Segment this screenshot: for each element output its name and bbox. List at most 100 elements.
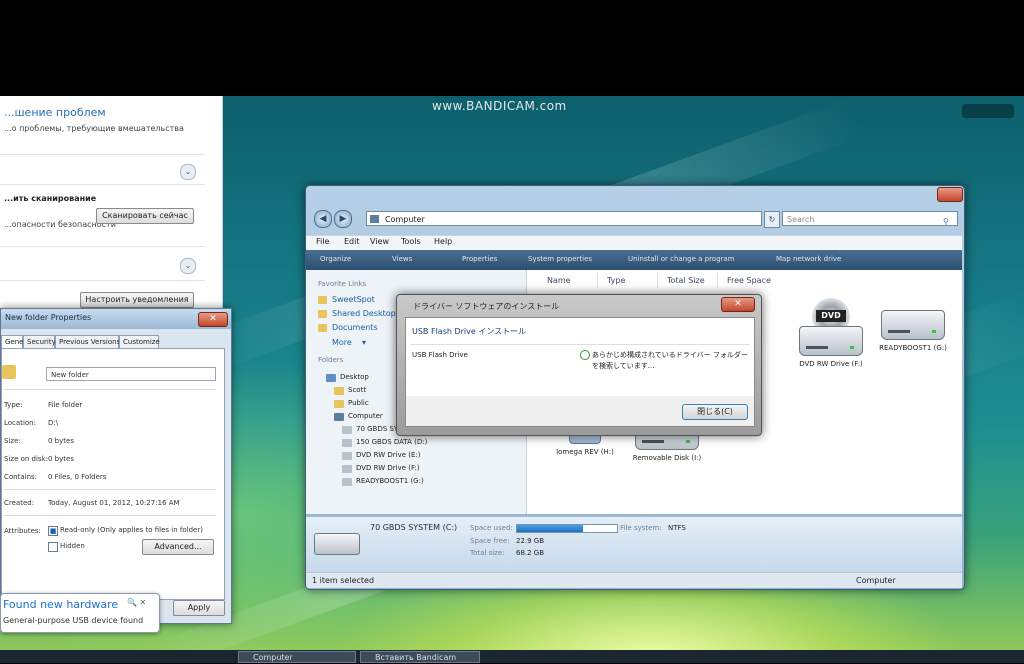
tree-item-drive[interactable]: 150 GBDS DATA (D:) — [356, 438, 427, 446]
device-name: USB Flash Drive — [412, 351, 468, 359]
tree-item-desktop[interactable]: Desktop — [340, 373, 369, 381]
chevron-down-icon[interactable]: ⌄ — [180, 258, 196, 274]
folder-name-input[interactable]: New folder — [46, 367, 216, 381]
chevron-down-icon[interactable]: ⌄ — [180, 164, 196, 180]
organize-button[interactable]: Organize — [320, 255, 351, 263]
window-caption-buttons — [913, 187, 963, 202]
notification-text: General-purpose USB device found — [3, 616, 144, 625]
total-size-value: 68.2 GB — [516, 549, 545, 557]
space-free-label: Space free: — [470, 537, 510, 545]
panel-title: ...шение проблем — [4, 106, 106, 119]
contains-value: 0 Files, 0 Folders — [48, 473, 107, 481]
computer-icon — [370, 215, 379, 223]
drive-label: Iomega REV (H:) — [556, 448, 614, 456]
close-icon[interactable]: ✕ — [721, 297, 755, 312]
space-free-value: 22.9 GB — [516, 537, 545, 545]
size-label: Size: — [4, 437, 21, 445]
details-pane: 70 GBDS SYSTEM (C:) Space used: File sys… — [306, 516, 962, 573]
tree-item-user[interactable]: Scott — [348, 386, 366, 394]
close-button[interactable]: 閉じる(C) — [682, 404, 748, 420]
driver-install-dialog: ドライバー ソフトウェアのインストール ✕ USB Flash Drive イン… — [396, 294, 762, 436]
column-header-type[interactable]: Type — [607, 276, 625, 285]
close-icon[interactable]: 🔍 ✕ — [127, 598, 146, 607]
location-value: D:\ — [48, 419, 59, 427]
column-header-name[interactable]: Name — [547, 276, 571, 285]
bandicam-watermark: www.BANDICAM.com — [432, 99, 567, 113]
panel-subtitle: ...о проблемы, требующие вмешательства — [4, 124, 184, 133]
hidden-label: Hidden — [60, 542, 85, 550]
status-selected: 1 item selected — [312, 576, 375, 585]
folder-icon — [334, 387, 344, 395]
apply-button[interactable]: Apply — [173, 600, 225, 616]
address-bar[interactable]: Computer — [366, 211, 762, 226]
forward-icon[interactable]: ▶ — [334, 210, 352, 228]
tree-item-drive[interactable]: DVD RW Drive (F:) — [356, 464, 420, 472]
drive-icon — [314, 533, 360, 555]
tree-item-computer[interactable]: Computer — [348, 412, 383, 420]
search-input[interactable]: Search ⚲ — [782, 211, 958, 226]
contains-label: Contains: — [4, 473, 38, 481]
drive-label: Removable Disk (I:) — [632, 454, 702, 462]
tab-general[interactable]: General — [1, 335, 33, 348]
drive-item[interactable]: READYBOOST1 (G:) — [873, 310, 953, 352]
menu-edit[interactable]: Edit — [344, 237, 360, 246]
notification-title: Found new hardware — [3, 598, 119, 611]
chevron-down-icon[interactable]: ▾ — [362, 338, 366, 347]
taskbar-item-bandicam[interactable]: Вставить Bandicam — [360, 651, 480, 663]
more-link[interactable]: More — [332, 338, 352, 347]
back-icon[interactable]: ◀ — [314, 210, 332, 228]
dialog-heading: USB Flash Drive インストール — [412, 327, 527, 336]
total-size-label: Total size: — [470, 549, 505, 557]
settings-button[interactable]: Настроить уведомления — [80, 292, 194, 308]
favorite-link[interactable]: Shared Desktop — [332, 309, 396, 318]
menu-view[interactable]: View — [370, 237, 389, 246]
file-system-value: NTFS — [668, 524, 686, 532]
close-icon[interactable] — [937, 187, 963, 202]
drive-item[interactable]: DVD DVD RW Drive (F:) — [791, 298, 871, 368]
map-network-drive-button[interactable]: Map network drive — [776, 255, 841, 263]
menu-help[interactable]: Help — [434, 237, 452, 246]
drive-icon — [799, 326, 863, 356]
column-header-total-size[interactable]: Total Size — [667, 276, 705, 285]
computer-icon — [334, 413, 344, 421]
close-icon[interactable]: ✕ — [198, 312, 228, 327]
system-properties-button[interactable]: System properties — [528, 255, 592, 263]
column-header-free-space[interactable]: Free Space — [727, 276, 771, 285]
views-button[interactable]: Views — [392, 255, 412, 263]
video-letterbox-top — [0, 0, 1024, 96]
recorder-controls[interactable] — [962, 104, 1014, 118]
new-hardware-notification[interactable]: Found new hardware 🔍 ✕ General-purpose U… — [0, 593, 160, 633]
command-bar: Organize Views Properties System propert… — [306, 250, 962, 270]
status-location: Computer — [856, 576, 896, 585]
tree-item-drive[interactable]: DVD RW Drive (E:) — [356, 451, 421, 459]
advanced-button[interactable]: Advanced... — [142, 539, 214, 555]
uninstall-program-button[interactable]: Uninstall or change a program — [628, 255, 735, 263]
address-text: Computer — [385, 215, 425, 224]
tree-item-public[interactable]: Public — [348, 399, 369, 407]
properties-button[interactable]: Properties — [462, 255, 497, 263]
refresh-icon[interactable]: ↻ — [764, 211, 780, 228]
hidden-checkbox[interactable] — [48, 542, 58, 552]
properties-title-bar: New folder Properties ✕ — [1, 309, 231, 329]
file-system-label: File system: — [620, 524, 662, 532]
usb-drive-icon — [881, 310, 945, 340]
menu-file[interactable]: File — [316, 237, 329, 246]
space-used-bar — [516, 524, 618, 533]
drive-icon — [342, 426, 352, 434]
dialog-body: USB Flash Drive インストール USB Flash Drive あ… — [405, 317, 755, 427]
created-label: Created: — [4, 499, 35, 507]
favorite-link[interactable]: Documents — [332, 323, 378, 332]
favorite-links-heading: Favorite Links — [318, 280, 367, 288]
scan-now-button[interactable]: Сканировать сейчас — [96, 208, 194, 224]
tab-security[interactable]: Security — [23, 335, 56, 348]
tree-item-drive[interactable]: READYBOOST1 (G:) — [356, 477, 424, 485]
folder-icon — [334, 400, 344, 408]
tab-previous-versions[interactable]: Previous Versions — [55, 335, 120, 348]
tab-customize[interactable]: Customize — [119, 335, 160, 348]
dvd-drive-icon — [342, 465, 352, 473]
size-on-disk-value: 0 bytes — [48, 455, 74, 463]
taskbar-item-computer[interactable]: Computer — [238, 651, 356, 663]
favorite-link[interactable]: SweetSpot — [332, 295, 375, 304]
readonly-checkbox[interactable]: ■ — [48, 526, 58, 536]
menu-tools[interactable]: Tools — [401, 237, 421, 246]
